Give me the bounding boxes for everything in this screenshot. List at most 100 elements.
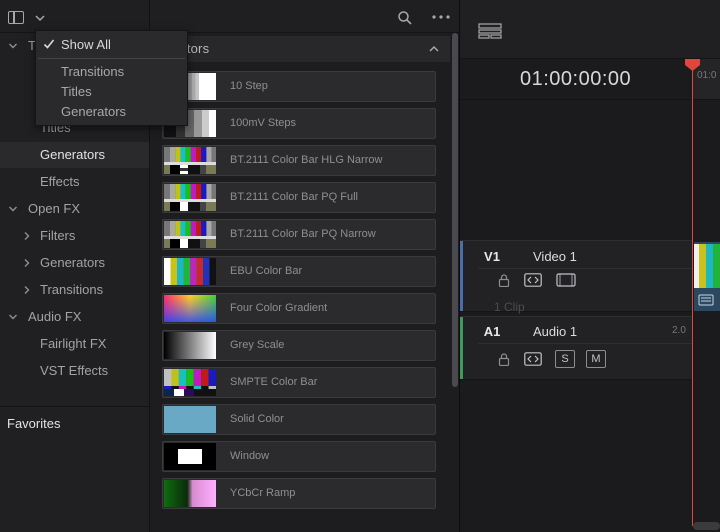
menu-item-titles[interactable]: Titles — [61, 84, 92, 99]
generator-item[interactable]: Window — [162, 441, 436, 472]
generator-name: YCbCr Ramp — [230, 487, 296, 499]
tree-item-generators[interactable]: Generators — [0, 142, 150, 168]
checkmark-icon — [43, 39, 55, 49]
generator-thumbnail — [164, 443, 216, 470]
generator-name: Four Color Gradient — [230, 302, 328, 314]
clip-type-icon — [698, 294, 714, 306]
generator-item[interactable]: Four Color Gradient — [162, 293, 436, 324]
tree-item-effects[interactable]: Effects — [0, 169, 150, 195]
ruler-label: 01:0 — [697, 70, 717, 81]
timeline-clip[interactable] — [694, 242, 720, 311]
vertical-scrollbar[interactable] — [452, 33, 458, 387]
mute-button[interactable]: M — [586, 350, 606, 368]
chevron-right-icon[interactable] — [22, 285, 32, 295]
track-visibility-icon[interactable] — [556, 273, 576, 287]
generator-name: Window — [230, 450, 270, 462]
chevron-down-icon[interactable] — [33, 12, 47, 24]
generators-list-panel: nerators 10 Step 100mV Steps BT.2111 Color… — [150, 0, 460, 532]
playhead-line[interactable] — [692, 66, 693, 526]
generator-item[interactable]: BT.2111 Color Bar PQ Narrow — [162, 219, 436, 250]
divider — [478, 343, 692, 344]
auto-select-icon[interactable] — [524, 352, 542, 366]
track-name[interactable]: Video 1 — [533, 249, 577, 264]
generator-item[interactable]: Solid Color — [162, 404, 436, 435]
generator-thumbnail — [164, 295, 216, 322]
generator-name: SMPTE Color Bar — [230, 376, 318, 388]
tree-item-filters[interactable]: Filters — [0, 223, 150, 249]
generator-item[interactable]: EBU Color Bar — [162, 256, 436, 287]
lock-icon[interactable] — [498, 353, 510, 366]
auto-select-icon[interactable] — [524, 273, 542, 287]
generator-item[interactable]: 100mV Steps — [162, 108, 436, 139]
clip-thumbnail — [694, 244, 720, 288]
track-color-bar — [460, 241, 463, 311]
generator-item[interactable]: Grey Scale — [162, 330, 436, 361]
tree-item-label: Fairlight FX — [40, 336, 107, 351]
chevron-down-icon[interactable] — [8, 312, 18, 322]
timeline-layout-icon[interactable] — [478, 23, 502, 39]
generator-thumbnail — [164, 147, 216, 174]
tree-item-label: VST Effects — [40, 363, 109, 378]
horizontal-scrollbar[interactable] — [693, 522, 720, 530]
tree-item-audio-fx[interactable]: Audio FX — [0, 304, 150, 330]
chevron-right-icon[interactable] — [22, 258, 32, 268]
divider — [478, 268, 692, 269]
panel-toggle-icon[interactable] — [8, 11, 24, 24]
tree-item-open-fx[interactable]: Open FX — [0, 196, 150, 222]
generator-thumbnail — [164, 258, 216, 285]
tree-item-vst-effects[interactable]: VST Effects — [0, 358, 150, 384]
timeline-toolbar — [460, 0, 720, 59]
chevron-down-icon[interactable] — [8, 41, 18, 51]
track-name[interactable]: Audio 1 — [533, 324, 577, 339]
generator-name: Solid Color — [230, 413, 284, 425]
chevron-down-icon[interactable] — [8, 204, 18, 214]
generator-name: BT.2111 Color Bar PQ Narrow — [230, 228, 376, 240]
timecode-display[interactable]: 01:00:00:00 — [520, 68, 631, 91]
generator-item[interactable]: BT.2111 Color Bar HLG Narrow — [162, 145, 436, 176]
generator-item[interactable]: SMPTE Color Bar — [162, 367, 436, 398]
timeline-panel: 01:00:00:00 01:0 V1 Video 1 1 Clip A1 Au… — [460, 0, 720, 532]
generator-thumbnail — [164, 369, 216, 396]
solo-button[interactable]: S — [555, 350, 575, 368]
video-track-header[interactable]: V1 Video 1 1 Clip — [460, 240, 692, 314]
generator-item[interactable]: BT.2111 Color Bar PQ Full — [162, 182, 436, 213]
generator-name: 10 Step — [230, 80, 268, 92]
tree-item-label: Generators — [40, 147, 106, 162]
tree-item-label: Filters — [40, 228, 76, 243]
track-id: V1 — [484, 249, 500, 264]
list-toolbar — [150, 0, 460, 33]
filter-dropdown-menu: Show All Transitions Titles Generators — [35, 30, 188, 126]
generator-thumbnail — [164, 221, 216, 248]
generator-name: 100mV Steps — [230, 117, 297, 129]
tree-item-label: Audio FX — [28, 309, 82, 324]
menu-item-generators[interactable]: Generators — [61, 104, 126, 119]
clip-count: 1 Clip — [494, 300, 525, 314]
audio-track-header[interactable]: A1 Audio 1 2.0 S M — [460, 316, 692, 380]
tree-item-fairlight-fx[interactable]: Fairlight FX — [0, 331, 150, 357]
tree-item-transitions[interactable]: Transitions — [0, 277, 150, 303]
generators-section-header[interactable]: nerators — [150, 36, 450, 62]
favorites-label[interactable]: Favorites — [7, 416, 60, 431]
generator-item[interactable]: YCbCr Ramp — [162, 478, 436, 509]
menu-item-transitions[interactable]: Transitions — [61, 64, 124, 79]
generator-thumbnail — [164, 184, 216, 211]
track-color-bar — [460, 317, 463, 379]
playhead-marker-icon[interactable] — [684, 59, 701, 71]
chevron-up-icon[interactable] — [428, 44, 440, 54]
chevron-right-icon[interactable] — [22, 231, 32, 241]
divider — [460, 99, 720, 100]
generator-item[interactable]: 10 Step — [162, 71, 436, 102]
tree-item-label: Transitions — [40, 282, 104, 297]
tree-item-label: Generators — [40, 255, 106, 270]
tree-item-generators[interactable]: Generators — [0, 250, 150, 276]
generator-name: EBU Color Bar — [230, 265, 303, 277]
generator-thumbnail — [164, 332, 216, 359]
search-icon[interactable] — [398, 11, 412, 25]
tree-item-label: Open FX — [28, 201, 81, 216]
generator-name: Grey Scale — [230, 339, 285, 351]
tree-item-label: Effects — [40, 174, 80, 189]
menu-item-show-all[interactable]: Show All — [61, 37, 111, 52]
lock-icon[interactable] — [498, 274, 510, 287]
sidebar-toolbar — [0, 0, 150, 33]
more-options-icon[interactable] — [430, 12, 452, 22]
